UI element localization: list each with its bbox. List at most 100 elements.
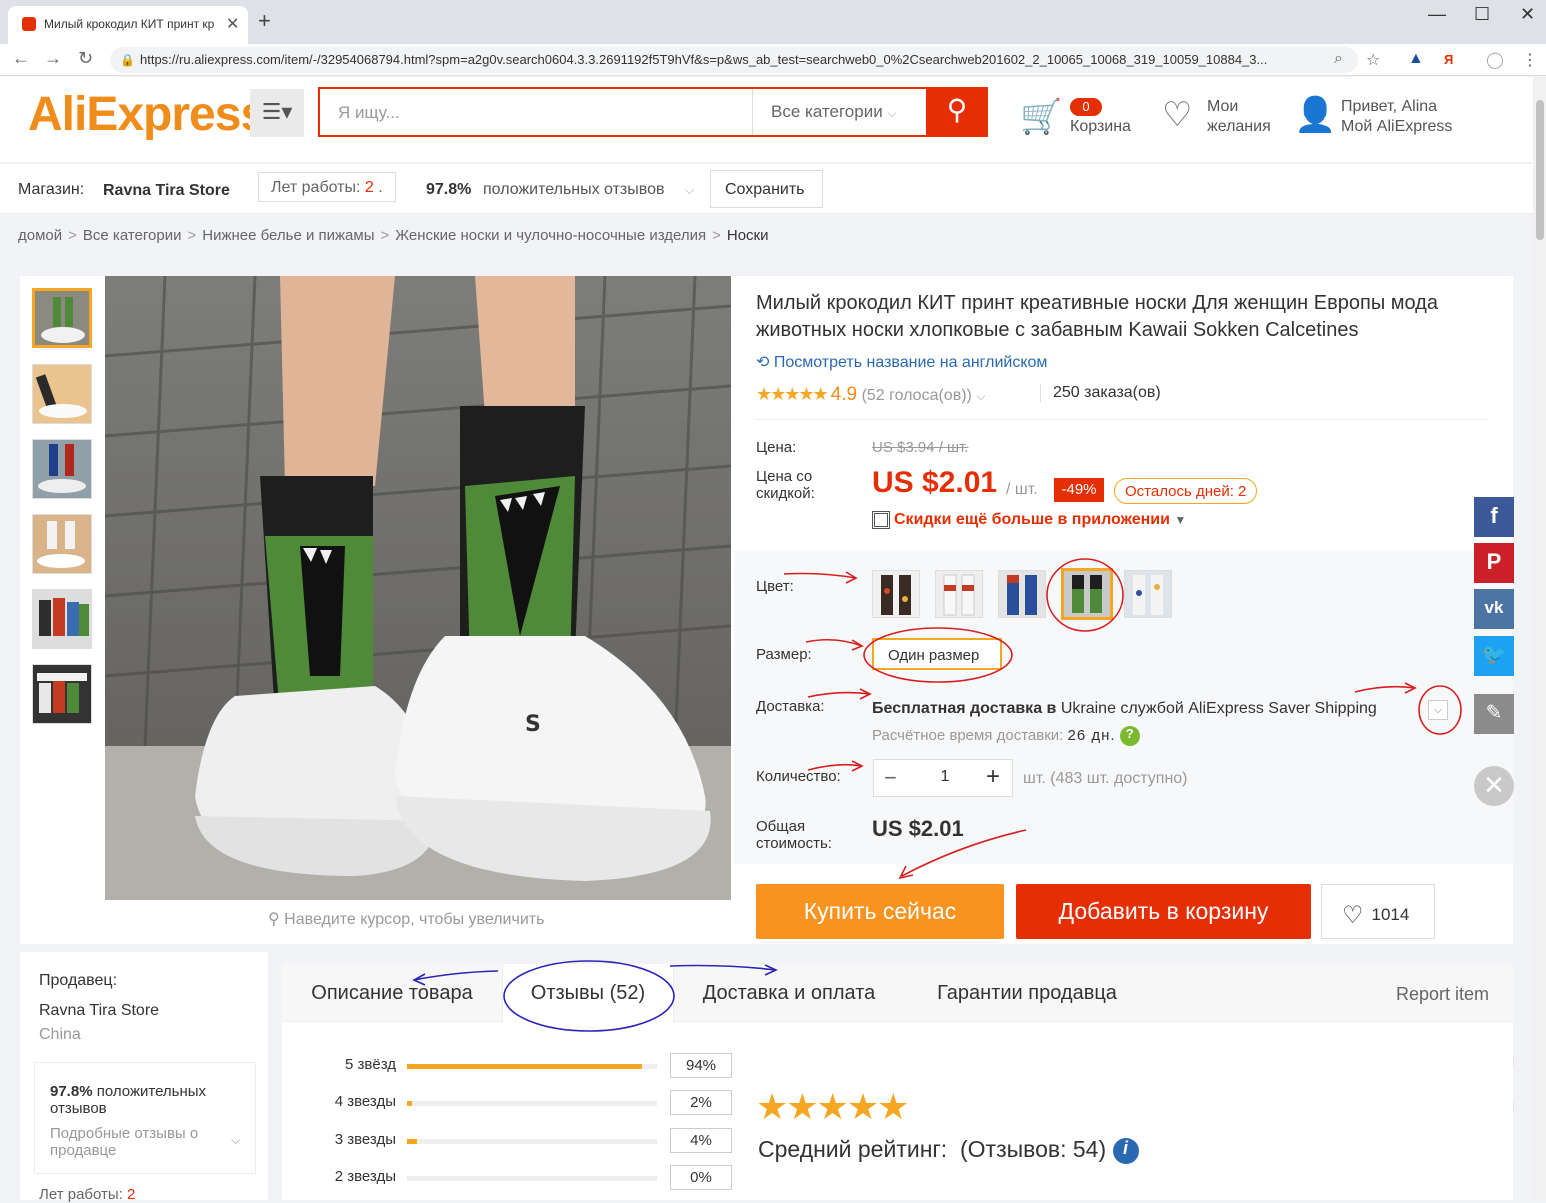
aliexpress-logo[interactable]: AliExpress™ bbox=[28, 87, 276, 142]
site-header: AliExpress™ ☰▾ Я ищу... Все категории ⌵ … bbox=[0, 77, 1533, 163]
zoom-icon[interactable]: ⌕ bbox=[1334, 50, 1343, 68]
twitter-icon[interactable]: 🐦 bbox=[1474, 636, 1514, 676]
breadcrumb-all-categories[interactable]: Все категории bbox=[83, 227, 182, 244]
thumbnail-image bbox=[33, 440, 91, 498]
tab-shipping[interactable]: Доставка и оплата bbox=[674, 964, 904, 1022]
search-category-select[interactable]: Все категории ⌵ bbox=[752, 89, 926, 135]
color-swatch-2[interactable] bbox=[935, 570, 983, 618]
close-tab-icon[interactable]: ✕ bbox=[226, 14, 239, 34]
my-aliexpress-link[interactable]: Мой AliExpress bbox=[1341, 117, 1452, 137]
quantity-available: шт. (483 шт. доступно) bbox=[1023, 770, 1188, 787]
categories-menu-button[interactable]: ☰▾ bbox=[250, 89, 304, 137]
app-discount-link[interactable]: Скидки ещё больше в приложении ▼ bbox=[872, 511, 1186, 529]
tab-description[interactable]: Описание товара bbox=[282, 964, 502, 1022]
color-swatch-4-selected[interactable] bbox=[1061, 568, 1113, 620]
rating-row-label: 5 звёзд bbox=[345, 1056, 396, 1073]
heart-icon[interactable]: ♡ bbox=[1162, 95, 1192, 135]
english-name-link[interactable]: ⟲ Посмотреть название на английском bbox=[756, 352, 1047, 372]
rating-row-label: 3 звезды bbox=[334, 1131, 396, 1148]
profile-icon[interactable]: ◯ bbox=[1486, 50, 1504, 70]
rating-row-label: 2 звезды bbox=[334, 1168, 396, 1185]
thumbnail-4[interactable] bbox=[32, 514, 92, 574]
tab-row: Описание товара Отзывы (52) Доставка и о… bbox=[282, 964, 1513, 1023]
rating-row-percent: 2% bbox=[670, 1090, 732, 1115]
positive-label[interactable]: положительных отзывов bbox=[483, 181, 664, 199]
wishlist-button[interactable]: ♡ 1014 bbox=[1321, 884, 1435, 939]
url-field[interactable]: 🔒 https://ru.aliexpress.com/item/-/32954… bbox=[110, 47, 1358, 73]
close-window-button[interactable]: ✕ bbox=[1520, 4, 1535, 25]
menu-dots-icon[interactable]: ⋮ bbox=[1522, 50, 1538, 70]
store-name-link[interactable]: Ravna Tira Store bbox=[103, 182, 230, 200]
thumbnail-5[interactable] bbox=[32, 589, 92, 649]
edit-pencil-icon[interactable]: ✎ bbox=[1474, 694, 1514, 734]
scrollbar-thumb[interactable] bbox=[1536, 100, 1544, 240]
chevron-down-icon: ⌵ bbox=[231, 1133, 241, 1147]
search-button[interactable]: ⚲ bbox=[926, 87, 988, 137]
rating-stars-icon: ★★★★★ bbox=[756, 384, 829, 404]
seller-rating-box[interactable]: 97.8% положительных отзывов Подробные от… bbox=[34, 1062, 256, 1174]
quantity-input[interactable]: 1 bbox=[930, 768, 960, 786]
facebook-icon[interactable]: f bbox=[1474, 497, 1514, 537]
delivery-dropdown-chevron-icon[interactable]: ⌵ bbox=[1428, 700, 1448, 720]
back-icon[interactable]: ← bbox=[12, 48, 30, 69]
color-swatch-5[interactable] bbox=[1124, 570, 1172, 618]
thumbnail-1[interactable] bbox=[32, 288, 92, 348]
divider bbox=[756, 419, 1489, 420]
size-option-one-size[interactable]: Один размер bbox=[872, 638, 1002, 670]
rating-value: 4.9 bbox=[830, 384, 858, 405]
product-main-image[interactable]: S bbox=[105, 276, 731, 900]
tab-reviews[interactable]: Отзывы (52) bbox=[502, 964, 674, 1023]
forward-icon[interactable]: → bbox=[44, 48, 62, 69]
average-rating: Средний рейтинг: (Отзывов: 54) i bbox=[758, 1136, 1139, 1164]
breadcrumb-underwear[interactable]: Нижнее белье и пижамы bbox=[202, 227, 374, 244]
plus-icon[interactable]: + bbox=[986, 763, 1000, 791]
browser-tab[interactable]: Милый крокодил КИТ принт кр ✕ bbox=[8, 6, 248, 44]
pinterest-icon[interactable]: P bbox=[1474, 543, 1514, 583]
cart-icon[interactable]: 🛒 bbox=[1020, 97, 1062, 137]
thumbnail-3[interactable] bbox=[32, 439, 92, 499]
product-photo: S bbox=[105, 276, 731, 900]
wishlist-line2[interactable]: желания bbox=[1207, 117, 1271, 137]
user-icon[interactable]: 👤 bbox=[1294, 95, 1336, 135]
tab-guarantees[interactable]: Гарантии продавца bbox=[904, 964, 1150, 1022]
wishlist-line1[interactable]: Мои bbox=[1207, 97, 1238, 117]
svg-text:S: S bbox=[525, 712, 541, 737]
search-category-label: Все категории bbox=[771, 102, 883, 121]
save-store-button[interactable]: Сохранить bbox=[710, 170, 823, 208]
chevron-down-icon[interactable]: ⌵ bbox=[685, 183, 694, 198]
breadcrumb-womens-socks[interactable]: Женские носки и чулочно-носочные изделия bbox=[395, 227, 706, 244]
reload-icon[interactable]: ↻ bbox=[78, 48, 93, 69]
info-icon[interactable]: i bbox=[1112, 1137, 1139, 1164]
minimize-button[interactable]: — bbox=[1428, 4, 1446, 25]
extension-triangle-icon[interactable]: ▲ bbox=[1408, 50, 1424, 68]
report-item-link[interactable]: Report item bbox=[1396, 984, 1489, 1005]
thumbnail-2[interactable] bbox=[32, 364, 92, 424]
product-rating[interactable]: ★★★★★ 4.9 (52 голоса(ов)) ⌵ bbox=[756, 384, 985, 406]
thumbnail-6[interactable] bbox=[32, 664, 92, 724]
color-swatch-1[interactable] bbox=[872, 570, 920, 618]
help-question-icon[interactable]: ? bbox=[1119, 726, 1140, 746]
cart-label[interactable]: Корзина bbox=[1070, 117, 1131, 137]
url-text: https://ru.aliexpress.com/item/-/3295406… bbox=[140, 52, 1268, 67]
vk-icon[interactable]: vk bbox=[1474, 589, 1514, 629]
color-swatch-3[interactable] bbox=[998, 570, 1046, 618]
yandex-extension-icon[interactable]: Я bbox=[1444, 52, 1453, 67]
seller-country: China bbox=[39, 1026, 81, 1043]
close-circle-icon[interactable]: ✕ bbox=[1474, 766, 1514, 806]
seller-name-link[interactable]: Ravna Tira Store bbox=[39, 1002, 159, 1020]
buy-now-button[interactable]: Купить сейчас bbox=[756, 884, 1004, 939]
new-tab-button[interactable]: + bbox=[258, 8, 271, 34]
maximize-button[interactable]: ☐ bbox=[1474, 4, 1490, 25]
breadcrumb-home[interactable]: домой bbox=[18, 227, 62, 244]
minus-icon[interactable]: − bbox=[884, 765, 897, 791]
quantity-stepper: − 1 + bbox=[873, 759, 1013, 797]
breadcrumb-socks[interactable]: Носки bbox=[727, 227, 769, 244]
years-label: Лет работы: bbox=[271, 179, 361, 196]
thumbnail-image bbox=[33, 515, 91, 573]
account-greeting[interactable]: Привет, Alina bbox=[1341, 97, 1437, 117]
scrollbar[interactable] bbox=[1533, 77, 1546, 1200]
seller-detailed-feedback: Подробные отзывы о продавце bbox=[50, 1125, 199, 1159]
search-input[interactable]: Я ищу... bbox=[338, 103, 400, 123]
add-to-cart-button[interactable]: Добавить в корзину bbox=[1016, 884, 1311, 939]
bookmark-star-icon[interactable]: ☆ bbox=[1366, 50, 1380, 70]
